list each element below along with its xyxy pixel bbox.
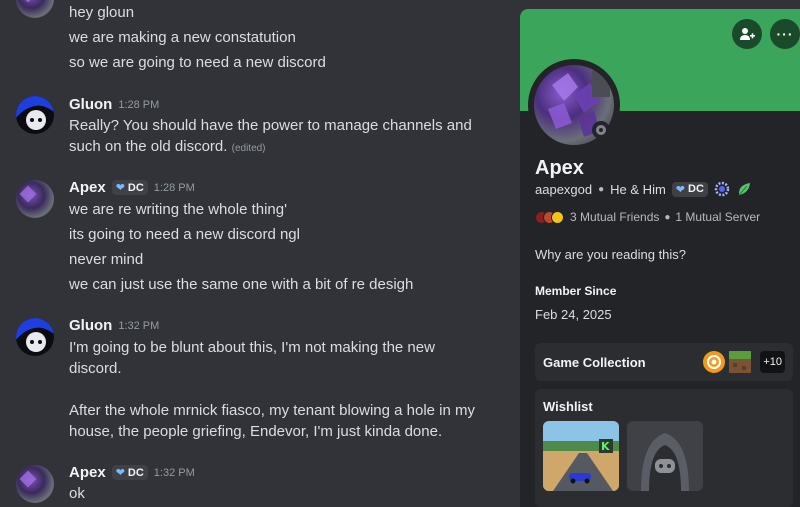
heart-icon: ❤ — [675, 183, 686, 196]
timestamp: 1:28 PM — [118, 98, 160, 111]
username[interactable]: Gluon — [69, 96, 112, 113]
wishlist-item-racing-game[interactable]: K — [543, 421, 619, 491]
message-line: hey gloun — [69, 4, 135, 21]
member-since-title: Member Since — [535, 284, 617, 298]
gluon-avatar-art — [16, 318, 54, 352]
offline-status-icon — [596, 125, 606, 135]
mutual-friend-avatars — [535, 210, 564, 224]
heart-icon: ❤ — [115, 467, 125, 479]
minecraft-game-icon[interactable] — [729, 351, 751, 373]
profile-pronouns: He & Him — [610, 181, 666, 197]
timestamp: 1:32 PM — [153, 466, 195, 479]
gluon-avatar-art — [16, 96, 54, 130]
avatar-apex[interactable] — [16, 0, 54, 18]
message-line: we can just use the same one with a bit … — [69, 276, 414, 293]
message-line: so we are going to need a new discord — [69, 54, 326, 71]
server-tag-label: DC — [127, 466, 144, 479]
profile-bio: Why are you reading this? — [535, 247, 687, 262]
message-line: such on the old discord. (edited) — [69, 138, 266, 155]
message-line: its going to need a new discord ngl — [69, 226, 300, 243]
status-indicator — [592, 121, 610, 139]
profile-meta-row: aapexgod ● He & Him ❤ DC — [535, 181, 752, 197]
svg-text:K: K — [601, 440, 610, 453]
hooded-discord-icon — [641, 433, 689, 491]
server-tag[interactable]: ❤ DC — [111, 465, 148, 480]
server-tag-label: DC — [688, 183, 704, 195]
message-line: After the whole mrnick fiasco, my tenant… — [69, 402, 476, 419]
wishlist-card[interactable]: Wishlist K — [535, 389, 793, 507]
leaf-badge-icon[interactable] — [736, 181, 752, 197]
ellipsis-icon: ··· — [776, 26, 794, 42]
separator-dot: ● — [598, 183, 605, 195]
timestamp: 1:28 PM — [153, 181, 195, 194]
wishlist-item-placeholder[interactable] — [627, 421, 703, 491]
more-options-button[interactable]: ··· — [770, 19, 800, 49]
server-tag[interactable]: ❤ DC — [671, 181, 708, 197]
member-since-date: Feb 24, 2025 — [535, 307, 612, 322]
profile-display-name: Apex — [535, 157, 584, 179]
avatar-apex[interactable] — [16, 180, 54, 218]
avatar-gluon[interactable] — [16, 318, 54, 356]
more-games-badge[interactable]: +10 — [760, 351, 785, 373]
username[interactable]: Gluon — [69, 317, 112, 334]
message-header: Apex ❤ DC 1:28 PM — [69, 179, 195, 196]
message-header: Gluon 1:28 PM — [69, 96, 159, 113]
wishlist-title: Wishlist — [543, 399, 593, 414]
message-line: house, the people griefing, Endevor, I'm… — [69, 423, 443, 440]
username[interactable]: Apex — [69, 179, 106, 196]
message-line: we are re writing the whole thing' — [69, 201, 287, 218]
user-profile-panel: ··· Apex aapexgod ● He & Him ❤ DC 3 Mutu… — [520, 9, 800, 507]
hypesquad-badge-icon[interactable] — [714, 181, 730, 197]
add-friend-icon — [740, 28, 755, 40]
message-line: ok — [69, 485, 85, 502]
profile-username[interactable]: aapexgod — [535, 182, 592, 197]
message-line: we are making a new constatution — [69, 29, 296, 46]
message-line: discord. — [69, 360, 122, 377]
mutuals-row[interactable]: 3 Mutual Friends ● 1 Mutual Server — [535, 210, 760, 224]
message-header: Gluon 1:32 PM — [69, 317, 159, 334]
chat-area: hey gloun we are making a new constatuti… — [0, 0, 520, 507]
mutual-friends-count[interactable]: 3 Mutual Friends — [570, 210, 659, 224]
username[interactable]: Apex — [69, 464, 106, 481]
timestamp: 1:32 PM — [118, 319, 160, 332]
separator-dot: ● — [664, 211, 671, 223]
mutual-servers-count[interactable]: 1 Mutual Server — [675, 210, 760, 224]
mutual-avatar — [551, 210, 564, 224]
game-collection-card[interactable]: Game Collection T +10 — [535, 343, 793, 381]
edited-label: (edited) — [231, 143, 266, 154]
overwatch-game-icon[interactable] — [703, 351, 725, 373]
message-text: such on the old discord. — [69, 138, 228, 155]
message-line: Really? You should have the power to man… — [69, 117, 472, 134]
add-friend-button[interactable] — [732, 19, 762, 49]
heart-icon: ❤ — [115, 182, 125, 194]
server-tag-label: DC — [127, 181, 144, 194]
server-tag[interactable]: ❤ DC — [111, 180, 148, 195]
message-line: I'm going to be blunt about this, I'm no… — [69, 339, 435, 356]
game-collection-title: Game Collection — [543, 355, 646, 370]
avatar-gluon[interactable] — [16, 96, 54, 134]
message-header: Apex ❤ DC 1:32 PM — [69, 464, 195, 481]
message-line: never mind — [69, 251, 144, 268]
avatar-apex[interactable] — [16, 465, 54, 503]
